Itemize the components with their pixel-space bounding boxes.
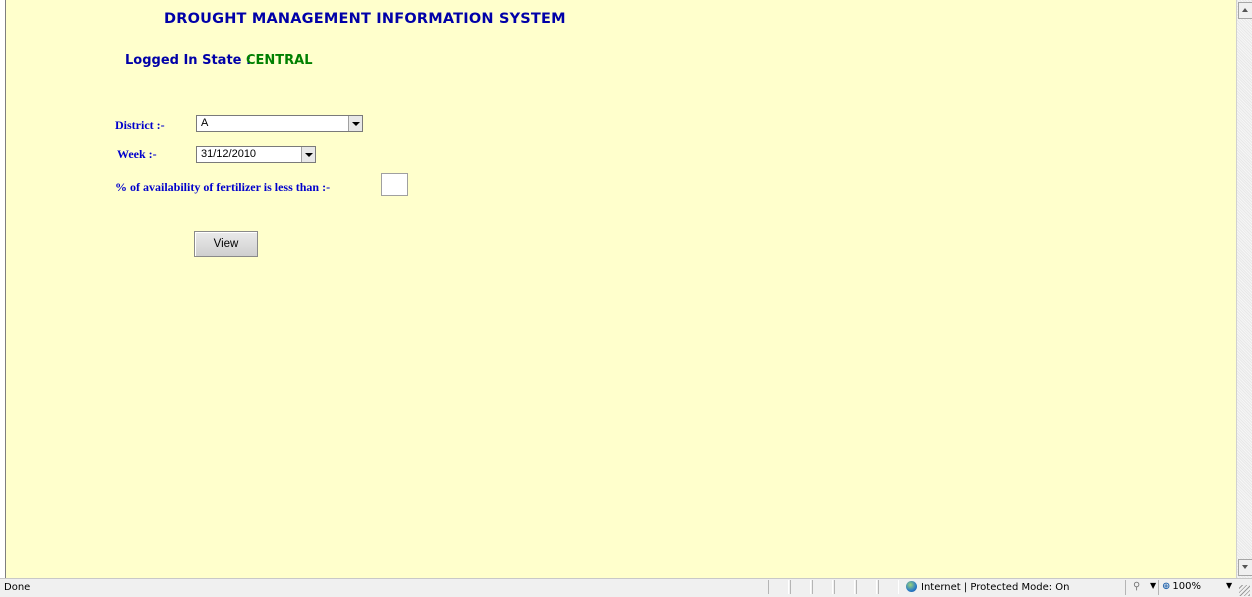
status-pane [790,580,811,594]
status-pane [834,580,855,594]
chevron-down-icon[interactable]: ▼ [1150,581,1156,590]
security-zone[interactable]: Internet | Protected Mode: On [906,581,1069,593]
scroll-up-icon[interactable] [1238,2,1252,19]
logged-in-state-label: Logged In State : [125,53,252,68]
logged-in-state-value: CENTRAL [246,53,313,68]
divider [1125,580,1126,595]
week-selected-value: 31/12/2010 [201,148,257,160]
district-select[interactable]: A [196,115,363,132]
status-bar: Done Internet | Protected Mode: On ⚲ ▼ ⊕… [0,578,1252,597]
divider [1158,580,1159,595]
page-title: DROUGHT MANAGEMENT INFORMATION SYSTEM [164,11,566,27]
fertilizer-percent-input[interactable] [381,173,408,196]
globe-icon [906,581,917,592]
page-content: DROUGHT MANAGEMENT INFORMATION SYSTEM Lo… [5,0,1237,578]
district-selected-value: A [201,117,209,129]
zoom-level[interactable]: ⊕ 100% [1162,581,1201,592]
status-pane [812,580,833,594]
zoom-level-text: 100% [1172,581,1201,592]
chevron-down-icon[interactable] [301,147,315,162]
view-button[interactable]: View [194,231,258,257]
district-label: District :- [115,118,165,132]
chevron-down-icon[interactable] [348,116,362,131]
lock-icon[interactable]: ⚲ [1133,581,1140,592]
scroll-down-icon[interactable] [1238,559,1252,576]
zoom-icon: ⊕ [1162,581,1171,592]
security-zone-text: Internet | Protected Mode: On [921,582,1070,593]
status-pane [768,580,789,594]
status-pane [878,580,899,594]
status-pane [856,580,877,594]
fertilizer-label: % of availability of fertilizer is less … [115,180,331,194]
resize-grip-icon[interactable] [1239,585,1250,596]
week-select[interactable]: 31/12/2010 [196,146,316,163]
week-label: Week :- [117,147,157,161]
status-text: Done [4,582,31,593]
chevron-down-icon[interactable]: ▼ [1226,581,1232,590]
vertical-scrollbar[interactable] [1236,0,1252,578]
